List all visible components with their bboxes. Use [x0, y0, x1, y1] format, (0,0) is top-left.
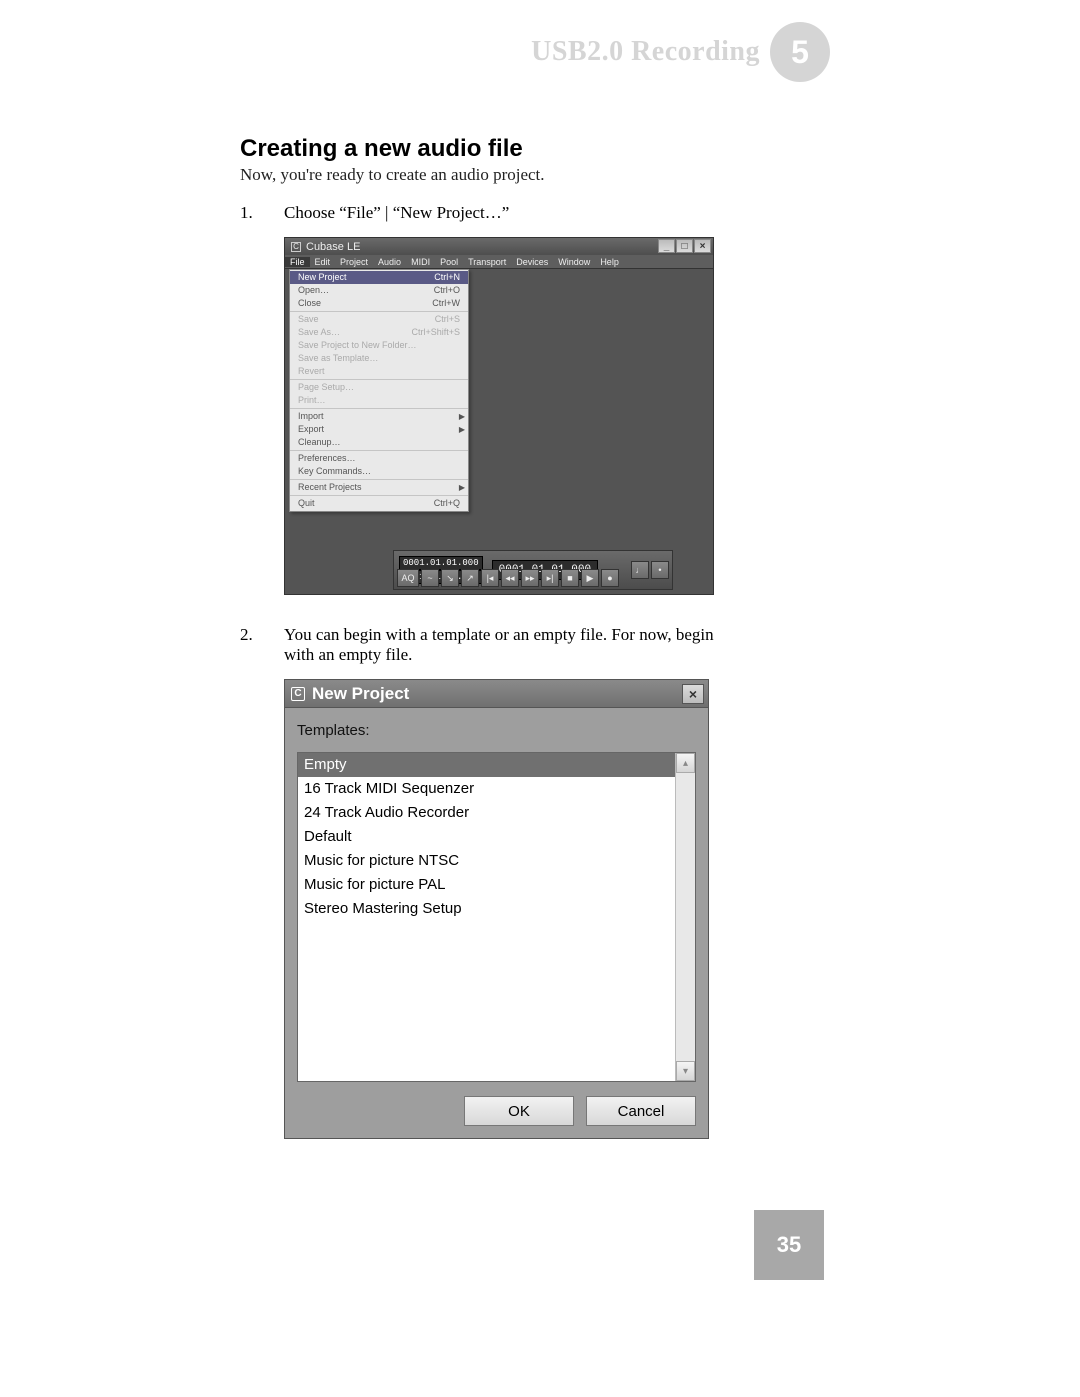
menu-file[interactable]: File	[285, 257, 310, 267]
page-number: 35	[754, 1210, 824, 1280]
menu-item[interactable]: New ProjectCtrl+N	[290, 271, 468, 284]
template-item[interactable]: 16 Track MIDI Sequenzer	[298, 777, 675, 801]
stop-button[interactable]: ■	[561, 569, 579, 587]
template-item[interactable]: Music for picture PAL	[298, 873, 675, 897]
template-item[interactable]: 24 Track Audio Recorder	[298, 801, 675, 825]
menu-pool[interactable]: Pool	[435, 257, 463, 267]
menu-item[interactable]: Export▶	[290, 423, 468, 436]
rewind-button[interactable]: ◂◂	[501, 569, 519, 587]
click-icon[interactable]: ♩	[631, 561, 649, 579]
menu-devices[interactable]: Devices	[511, 257, 553, 267]
menu-help[interactable]: Help	[595, 257, 624, 267]
menu-audio[interactable]: Audio	[373, 257, 406, 267]
step: 1. Choose “File” | “New Project…”	[240, 203, 840, 223]
menu-item[interactable]: Open…Ctrl+O	[290, 284, 468, 297]
menu-item[interactable]: CloseCtrl+W	[290, 297, 468, 310]
menu-item: Page Setup…	[290, 381, 468, 394]
cancel-button[interactable]: Cancel	[586, 1096, 696, 1126]
step-number: 2.	[240, 625, 284, 665]
menu-item: Save Project to New Folder…	[290, 339, 468, 352]
menu-midi[interactable]: MIDI	[406, 257, 435, 267]
step: 2. You can begin with a template or an e…	[240, 625, 840, 665]
locator-left[interactable]: 0001.01.01.000	[399, 556, 483, 570]
template-item[interactable]: Music for picture NTSC	[298, 849, 675, 873]
forward-button[interactable]: ▸▸	[521, 569, 539, 587]
automation-button[interactable]: AQ	[397, 569, 419, 587]
screenshot-cubase-file-menu: C Cubase LE _ □ × File Edit Project Audi…	[284, 237, 714, 595]
scrollbar[interactable]: ▴ ▾	[675, 753, 695, 1081]
menu-project[interactable]: Project	[335, 257, 373, 267]
dialog-titlebar: C New Project ×	[285, 680, 708, 708]
menu-edit[interactable]: Edit	[310, 257, 336, 267]
cycle-button[interactable]: ~	[421, 569, 439, 587]
menu-item: Print…	[290, 394, 468, 407]
goto-end-button[interactable]: ▸|	[541, 569, 559, 587]
menu-transport[interactable]: Transport	[463, 257, 511, 267]
tempo-icon[interactable]: •	[651, 561, 669, 579]
step-number: 1.	[240, 203, 284, 223]
menu-item[interactable]: Preferences…	[290, 452, 468, 465]
template-item[interactable]: Empty	[298, 753, 675, 777]
menu-item[interactable]: Import▶	[290, 410, 468, 423]
close-button[interactable]: ×	[682, 684, 704, 704]
file-dropdown: New ProjectCtrl+NOpen…Ctrl+OCloseCtrl+W S…	[289, 269, 469, 512]
template-item[interactable]: Default	[298, 825, 675, 849]
punch-in-button[interactable]: ↘	[441, 569, 459, 587]
punch-out-button[interactable]: ↗	[461, 569, 479, 587]
templates-listbox[interactable]: Empty16 Track MIDI Sequenzer24 Track Aud…	[297, 752, 696, 1082]
dialog-title: New Project	[312, 684, 409, 704]
menu-item: Save As…Ctrl+Shift+S	[290, 326, 468, 339]
close-button[interactable]: ×	[694, 239, 711, 253]
menubar: File Edit Project Audio MIDI Pool Transp…	[285, 255, 713, 269]
menu-item: Save as Template…	[290, 352, 468, 365]
menu-item[interactable]: Key Commands…	[290, 465, 468, 478]
step-text: Choose “File” | “New Project…”	[284, 203, 509, 223]
window-titlebar: C Cubase LE _ □ ×	[285, 238, 713, 255]
ok-button[interactable]: OK	[464, 1096, 574, 1126]
header-title: USB2.0 Recording	[531, 36, 760, 68]
chapter-badge: 5	[770, 22, 830, 82]
menu-item: SaveCtrl+S	[290, 313, 468, 326]
template-item[interactable]: Stereo Mastering Setup	[298, 897, 675, 921]
menu-window[interactable]: Window	[553, 257, 595, 267]
maximize-button[interactable]: □	[676, 239, 693, 253]
goto-start-button[interactable]: |◂	[481, 569, 499, 587]
app-icon: C	[291, 687, 305, 701]
page-header: USB2.0 Recording 5	[531, 22, 830, 82]
minimize-button[interactable]: _	[658, 239, 675, 253]
scroll-down-button[interactable]: ▾	[676, 1061, 695, 1081]
transport-panel: 0001.01.01.000 0001.01.01.000 0001.01.01…	[393, 550, 673, 590]
templates-label: Templates:	[285, 708, 708, 745]
scroll-up-button[interactable]: ▴	[676, 753, 695, 773]
menu-item: Revert	[290, 365, 468, 378]
window-title: Cubase LE	[306, 241, 360, 253]
section-heading: Creating a new audio file	[240, 135, 840, 163]
screenshot-new-project-dialog: C New Project × Templates: Empty16 Track…	[284, 679, 709, 1139]
intro-text: Now, you're ready to create an audio pro…	[240, 165, 840, 185]
record-button[interactable]: ●	[601, 569, 619, 587]
menu-item[interactable]: Cleanup…	[290, 436, 468, 449]
menu-item[interactable]: Recent Projects▶	[290, 481, 468, 494]
app-icon: C	[291, 242, 301, 252]
play-button[interactable]: ▶	[581, 569, 599, 587]
step-text: You can begin with a template or an empt…	[284, 625, 714, 665]
menu-item[interactable]: QuitCtrl+Q	[290, 497, 468, 510]
